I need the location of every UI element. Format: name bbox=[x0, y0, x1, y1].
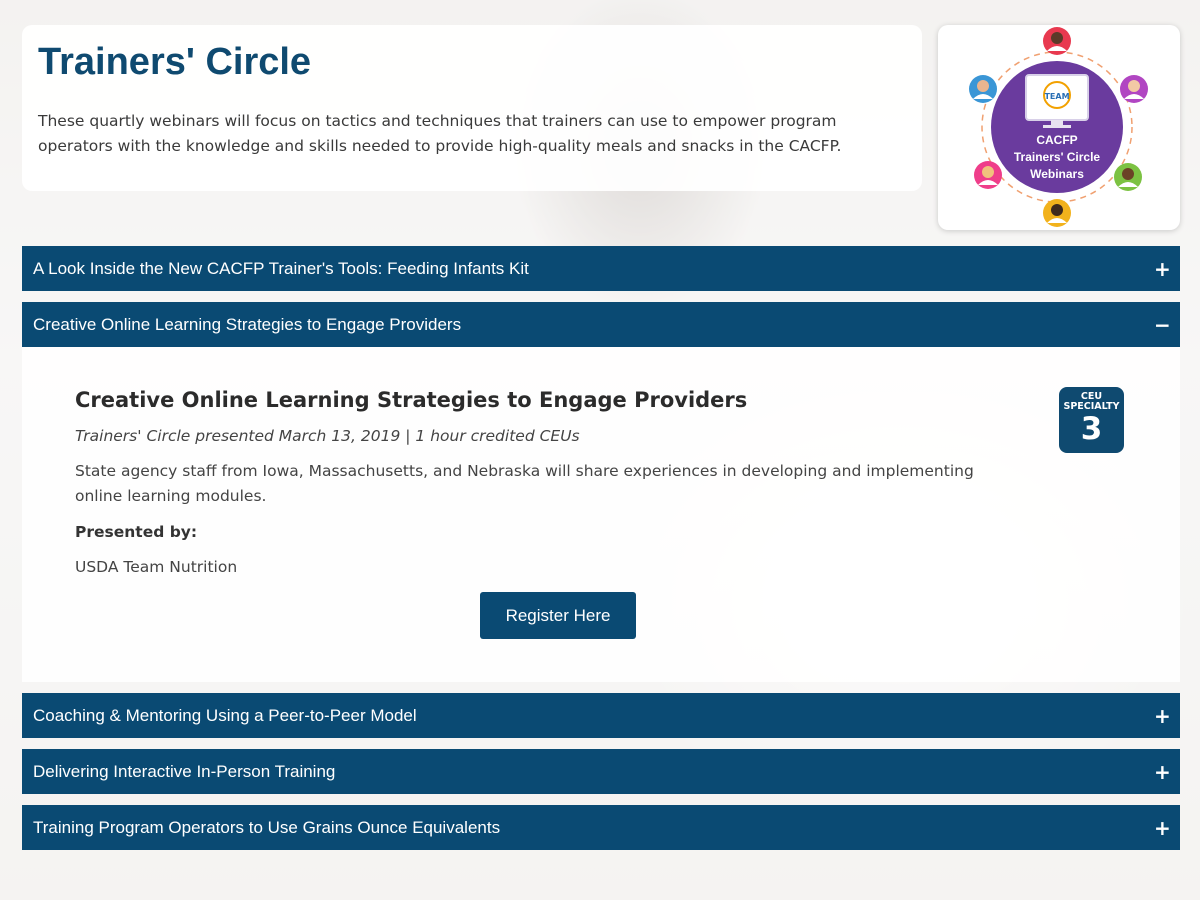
person-avatar-bottom bbox=[1043, 199, 1071, 227]
accordion-header-feeding-infants-kit[interactable]: A Look Inside the New CACFP Trainer's To… bbox=[22, 246, 1180, 291]
person-avatar-top bbox=[1043, 27, 1071, 55]
plus-icon: + bbox=[1154, 815, 1171, 840]
accordion-item: Delivering Interactive In-Person Trainin… bbox=[22, 749, 1180, 794]
accordion-header-creative-online-learning[interactable]: Creative Online Learning Strategies to E… bbox=[22, 302, 1180, 347]
accordion-header-interactive-training[interactable]: Delivering Interactive In-Person Trainin… bbox=[22, 749, 1180, 794]
ceu-badge-line-1: CEU bbox=[1080, 391, 1103, 402]
accordion-title: Creative Online Learning Strategies to E… bbox=[33, 314, 462, 334]
accordion-title: A Look Inside the New CACFP Trainer's To… bbox=[33, 258, 529, 278]
ceu-specialty-badge: CEU SPECIALTY 3 bbox=[1059, 387, 1124, 453]
webinar-description: State agency staff from Iowa, Massachuse… bbox=[75, 462, 974, 505]
webinar-meta: Trainers' Circle presented March 13, 201… bbox=[75, 427, 580, 445]
accordion-item: Training Program Operators to Use Grains… bbox=[22, 805, 1180, 850]
plus-icon: + bbox=[1154, 703, 1171, 728]
webinar-logo-card: TEAM CACFP Trainers' Circle Webinars bbox=[938, 25, 1180, 230]
accordion-title: Training Program Operators to Use Grains… bbox=[33, 817, 501, 837]
logo-line-3: Webinars bbox=[1030, 167, 1084, 181]
register-button[interactable]: Register Here bbox=[480, 592, 636, 639]
person-avatar-upper-right bbox=[1120, 75, 1148, 103]
webinar-heading: Creative Online Learning Strategies to E… bbox=[75, 388, 748, 412]
accordion-item: Coaching & Mentoring Using a Peer-to-Pee… bbox=[22, 693, 1180, 738]
ceu-badge-number: 3 bbox=[1080, 411, 1103, 447]
person-avatar-upper-left bbox=[969, 75, 997, 103]
logo-line-1: CACFP bbox=[1036, 133, 1077, 147]
accordion-header-grains-ounce-equivalents[interactable]: Training Program Operators to Use Grains… bbox=[22, 805, 1180, 850]
person-avatar-lower-right bbox=[1114, 163, 1142, 191]
accordion-title: Coaching & Mentoring Using a Peer-to-Pee… bbox=[33, 705, 417, 725]
team-seal-text: TEAM bbox=[1044, 92, 1069, 101]
accordion-title: Delivering Interactive In-Person Trainin… bbox=[33, 761, 336, 781]
accordion-panel: Creative Online Learning Strategies to E… bbox=[22, 347, 1180, 682]
presenter-name: USDA Team Nutrition bbox=[75, 558, 238, 576]
plus-icon: + bbox=[1154, 759, 1171, 784]
presented-by-label: Presented by: bbox=[75, 523, 198, 541]
trainers-circle-logo: TEAM CACFP Trainers' Circle Webinars bbox=[969, 27, 1148, 227]
accordion-header-coaching-mentoring[interactable]: Coaching & Mentoring Using a Peer-to-Pee… bbox=[22, 693, 1180, 738]
page-title: Trainers' Circle bbox=[38, 41, 312, 83]
monitor-base-icon bbox=[1043, 125, 1071, 128]
webinar-accordion: A Look Inside the New CACFP Trainer's To… bbox=[22, 246, 1180, 861]
plus-icon: + bbox=[1154, 256, 1171, 281]
accordion-item: A Look Inside the New CACFP Trainer's To… bbox=[22, 246, 1180, 291]
intro-card: Trainers' Circle These quartly webinars … bbox=[22, 25, 922, 191]
minus-icon: − bbox=[1154, 312, 1171, 337]
accordion-item-expanded: Creative Online Learning Strategies to E… bbox=[22, 302, 1180, 682]
page-description: These quartly webinars will focus on tac… bbox=[38, 112, 842, 155]
logo-line-2: Trainers' Circle bbox=[1014, 150, 1101, 164]
person-avatar-lower-left bbox=[974, 161, 1002, 189]
